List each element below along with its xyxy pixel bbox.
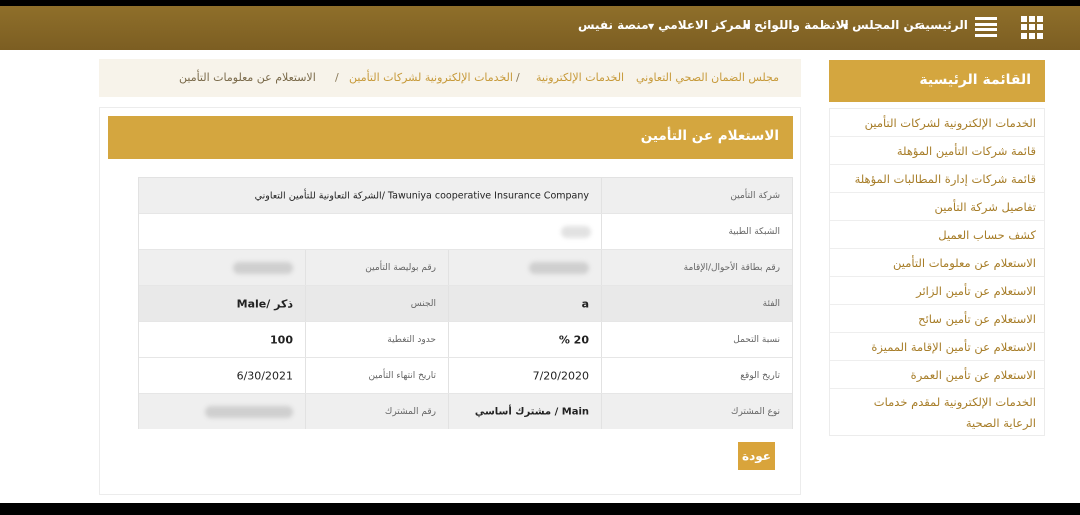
table-cell (139, 394, 305, 429)
nav-regulations[interactable]: ▼ الانظمة واللوائح (744, 18, 849, 32)
table-cell: 7/20/2020 (448, 358, 601, 393)
table-cell: 100 (139, 322, 305, 357)
gender-value: Male/ ذكر (236, 297, 293, 310)
apps-grid-icon[interactable] (1021, 16, 1044, 39)
breadcrumb-separator: / (516, 71, 520, 84)
id-label: رقم بطاقة الأحوال/الإقامة (683, 262, 780, 273)
nav-home[interactable]: الرئيسية (918, 18, 968, 32)
nav-regulations-label: الانظمة واللوائح (754, 18, 849, 32)
sidebar-menu: الخدمات الإلكترونية لشركات التأمين قائمة… (829, 108, 1045, 436)
sidebar-item-insurance-eservices[interactable]: الخدمات الإلكترونية لشركات التأمين (830, 109, 1044, 137)
table-cell: الشبكة الطبية (601, 214, 792, 249)
redacted-value (233, 261, 293, 274)
table-cell: 6/30/2021 (139, 358, 305, 393)
start-date-value: 7/20/2020 (532, 369, 589, 382)
table-cell (139, 214, 601, 249)
member-no-label: رقم المشترك (384, 406, 436, 417)
sidebar-item-premium-residency[interactable]: الاستعلام عن تأمين الإقامة المميزة (830, 333, 1044, 361)
table-cell: رقم المشترك (305, 394, 448, 429)
chevron-down-icon: ▼ (648, 22, 655, 31)
class-value: a (581, 297, 589, 310)
sidebar-item-tourist-insurance[interactable]: الاستعلام عن تأمين سائح (830, 305, 1044, 333)
table-cell: نوع المشترك (601, 394, 792, 429)
breadcrumb-link-eservices[interactable]: الخدمات الإلكترونية (536, 71, 624, 84)
nav-media-center-label: المركز الاعلامي (658, 18, 751, 32)
table-cell: رقم بوليصة التأمين (305, 250, 448, 285)
table-cell (139, 250, 305, 285)
table-cell: تاريخ انتهاء التأمين (305, 358, 448, 393)
table-cell: الجنس (305, 286, 448, 321)
policy-label: رقم بوليصة التأمين (365, 262, 436, 273)
nav-about[interactable]: ▼ عن المجلس (842, 18, 923, 32)
sidebar-item-account-statement[interactable]: كشف حساب العميل (830, 221, 1044, 249)
coverage-label: حدود التغطية (387, 334, 436, 345)
deductible-label: نسبة التحمل (733, 334, 780, 345)
sidebar-item-insurance-inquiry[interactable]: الاستعلام عن معلومات التأمين (830, 249, 1044, 277)
table-row: رقم بوليصة التأمين رقم بطاقة الأحوال/الإ… (139, 250, 792, 286)
table-row: الشبكة الطبية (139, 214, 792, 250)
end-date-label: تاريخ انتهاء التأمين (368, 370, 436, 381)
top-navbar: الرئيسية ▼ عن المجلس ▼ الانظمة واللوائح ▼ ا… (0, 6, 1080, 50)
nav-about-label: عن المجلس (852, 18, 923, 32)
sidebar-item-qualified-insurers[interactable]: قائمة شركات التأمين المؤهلة (830, 137, 1044, 165)
table-row: 100 حدود التغطية % 20 نسبة التحمل (139, 322, 792, 358)
table-cell: رقم بطاقة الأحوال/الإقامة (601, 250, 792, 285)
sidebar-title-label: القائمة الرئيسية (919, 72, 1031, 88)
sidebar-item-insurer-details[interactable]: تفاصيل شركة التأمين (830, 193, 1044, 221)
breadcrumb-current: الاستعلام عن معلومات التأمين (179, 71, 316, 84)
member-type-value: مشترك أساسي / Main (474, 406, 589, 417)
breadcrumb-separator: / (335, 71, 339, 84)
back-button[interactable]: عودة (738, 442, 775, 470)
table-cell (448, 250, 601, 285)
table-cell: شركة التأمين (601, 178, 792, 213)
company-label: شركة التأمين (730, 190, 780, 201)
redacted-value (205, 405, 293, 418)
nav-nafis-label: منصة نفيس (578, 18, 649, 32)
insurance-info-table: الشركة التعاونية للتأمين التعاوني/ Tawun… (138, 177, 793, 429)
table-cell: تاريخ الوقع (601, 358, 792, 393)
table-cell: الفئة (601, 286, 792, 321)
network-label: الشبكة الطبية (728, 226, 780, 237)
table-row: رقم المشترك مشترك أساسي / Main نوع المشت… (139, 394, 792, 429)
gender-label: الجنس (410, 298, 436, 309)
start-date-label: تاريخ الوقع (740, 370, 780, 381)
sidebar-item-provider-eservices[interactable]: الخدمات الإلكترونية لمقدم خدمات الرعاية … (830, 389, 1044, 435)
hamburger-menu-icon[interactable] (975, 17, 997, 37)
sidebar-item-claims-companies[interactable]: قائمة شركات إدارة المطالبات المؤهلة (830, 165, 1044, 193)
table-cell: حدود التغطية (305, 322, 448, 357)
table-row: Male/ ذكر الجنس a الفئة (139, 286, 792, 322)
table-cell: الشركة التعاونية للتأمين التعاوني/ Tawun… (139, 178, 601, 213)
nav-home-label: الرئيسية (918, 18, 968, 32)
member-type-label: نوع المشترك (731, 406, 780, 417)
coverage-value: 100 (270, 333, 293, 346)
sidebar-item-visitor-insurance[interactable]: الاستعلام عن تأمين الزائر (830, 277, 1044, 305)
table-cell: Male/ ذكر (139, 286, 305, 321)
table-row: الشركة التعاونية للتأمين التعاوني/ Tawun… (139, 178, 792, 214)
end-date-value: 6/30/2021 (236, 369, 293, 382)
company-value: الشركة التعاونية للتأمين التعاوني/ Tawun… (254, 190, 589, 201)
sidebar-item-umrah-insurance[interactable]: الاستعلام عن تأمين العمرة (830, 361, 1044, 389)
table-row: 6/30/2021 تاريخ انتهاء التأمين 7/20/2020… (139, 358, 792, 394)
nav-media-center[interactable]: ▼ المركز الاعلامي (648, 18, 751, 32)
breadcrumb-link-insurance-eservices[interactable]: الخدمات الإلكترونية لشركات التأمين (349, 71, 513, 84)
table-cell: مشترك أساسي / Main (448, 394, 601, 429)
panel-title-label: الاستعلام عن التأمين (640, 128, 779, 144)
class-label: الفئة (762, 298, 780, 309)
table-cell: a (448, 286, 601, 321)
breadcrumb-link-council[interactable]: مجلس الضمان الصحي التعاوني (636, 71, 779, 84)
redacted-value (529, 261, 589, 274)
breadcrumb: مجلس الضمان الصحي التعاوني الخدمات الإلك… (99, 59, 801, 97)
table-cell: % 20 (448, 322, 601, 357)
redacted-value (561, 225, 591, 238)
screen-bottom-border (0, 503, 1080, 515)
nav-nafis[interactable]: منصة نفيس (578, 18, 649, 32)
panel-title: الاستعلام عن التأمين (108, 116, 793, 159)
deductible-value: % 20 (558, 333, 589, 346)
sidebar-title: القائمة الرئيسية (829, 60, 1045, 102)
table-cell: نسبة التحمل (601, 322, 792, 357)
